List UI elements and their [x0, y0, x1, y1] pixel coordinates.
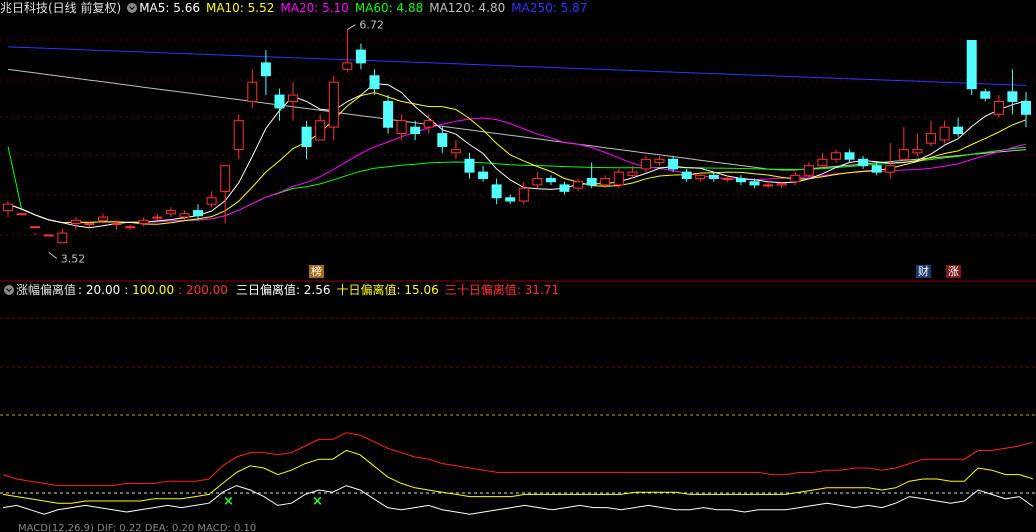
candle-body [220, 165, 231, 192]
candle-body [518, 187, 529, 202]
candle-body [627, 171, 638, 176]
candle-body [437, 133, 448, 147]
candle-body [532, 178, 543, 186]
candle-body [654, 158, 665, 164]
candle-body [858, 158, 869, 167]
candle-body [3, 203, 13, 212]
candle-body [831, 152, 841, 160]
candle-body [57, 232, 68, 244]
candle-body [193, 210, 203, 217]
candle-body [288, 94, 298, 102]
candle-body [328, 81, 339, 128]
candle-body [43, 234, 54, 237]
candle-body [247, 81, 258, 102]
candle-body [912, 149, 923, 154]
candle-body [939, 126, 950, 141]
candle-body [600, 178, 611, 186]
candle-body [559, 184, 570, 192]
candle-body [871, 165, 882, 173]
bang-badge[interactable]: 榜 [309, 265, 324, 278]
candle-body [233, 120, 244, 151]
candle-body [315, 120, 326, 141]
candle-body [165, 210, 176, 215]
candle-body [722, 178, 733, 180]
candle-body [369, 75, 380, 90]
deviation-line [2, 449, 1034, 504]
candle-body [30, 226, 41, 229]
candle-body [844, 152, 855, 160]
candle-body [111, 223, 122, 225]
candle-body [423, 120, 434, 128]
candle-body [681, 171, 692, 180]
candle-body [355, 49, 366, 64]
candle-body [450, 149, 461, 154]
candle-body [383, 101, 394, 128]
candle-body [573, 181, 584, 189]
candle-body [966, 40, 977, 90]
candle-body [980, 91, 991, 99]
ma5-line [7, 82, 1027, 229]
candle-body [885, 165, 896, 173]
candle-body [342, 62, 353, 70]
candle-body [301, 126, 312, 147]
candle-body [668, 158, 679, 170]
candle-body [396, 120, 407, 134]
candle-body [640, 158, 651, 170]
stock-chart: 6.72 3.52 × × [0, 19, 1036, 515]
candle-body [586, 178, 597, 186]
candle-body [70, 219, 81, 225]
candle-body [491, 184, 502, 199]
candle-body [152, 216, 163, 219]
candle-body [613, 171, 624, 186]
candle-body [545, 178, 556, 183]
deviation-line [2, 432, 1034, 487]
candle-body [803, 165, 814, 176]
candle-body [898, 149, 909, 160]
candle-body [179, 213, 190, 218]
candle-body [84, 223, 95, 225]
high-pointer [347, 24, 356, 30]
candle-body [206, 197, 217, 205]
candle-body [16, 213, 27, 216]
high-label: 6.72 [359, 19, 384, 32]
candle-body [993, 101, 1004, 115]
candle-body [274, 94, 285, 109]
candle-body [260, 62, 271, 77]
candle-body [695, 174, 706, 180]
candle-body [926, 133, 936, 144]
candle-body [953, 126, 964, 135]
candle-body [708, 174, 719, 180]
candle-body [410, 126, 421, 135]
candle-body [749, 181, 760, 186]
candle-body [817, 158, 828, 167]
candle-body [478, 171, 489, 180]
candle-body [736, 178, 746, 183]
candle-body [1021, 101, 1031, 115]
ma10-line [7, 91, 1027, 225]
cai-badge[interactable]: 财 [916, 265, 931, 278]
candle-body [1007, 91, 1018, 102]
candle-body [464, 158, 475, 173]
candle-body [98, 216, 108, 221]
candle-body [138, 219, 149, 225]
candle-body [763, 184, 774, 187]
candle-body [776, 183, 787, 186]
zhang-badge[interactable]: 涨 [946, 265, 961, 278]
candle-body [790, 174, 801, 183]
x-marker: × [312, 494, 323, 509]
candle-body [125, 226, 136, 229]
low-label: 3.52 [61, 252, 86, 265]
x-marker: × [223, 494, 234, 509]
candle-body [505, 197, 516, 202]
low-pointer [48, 251, 58, 259]
